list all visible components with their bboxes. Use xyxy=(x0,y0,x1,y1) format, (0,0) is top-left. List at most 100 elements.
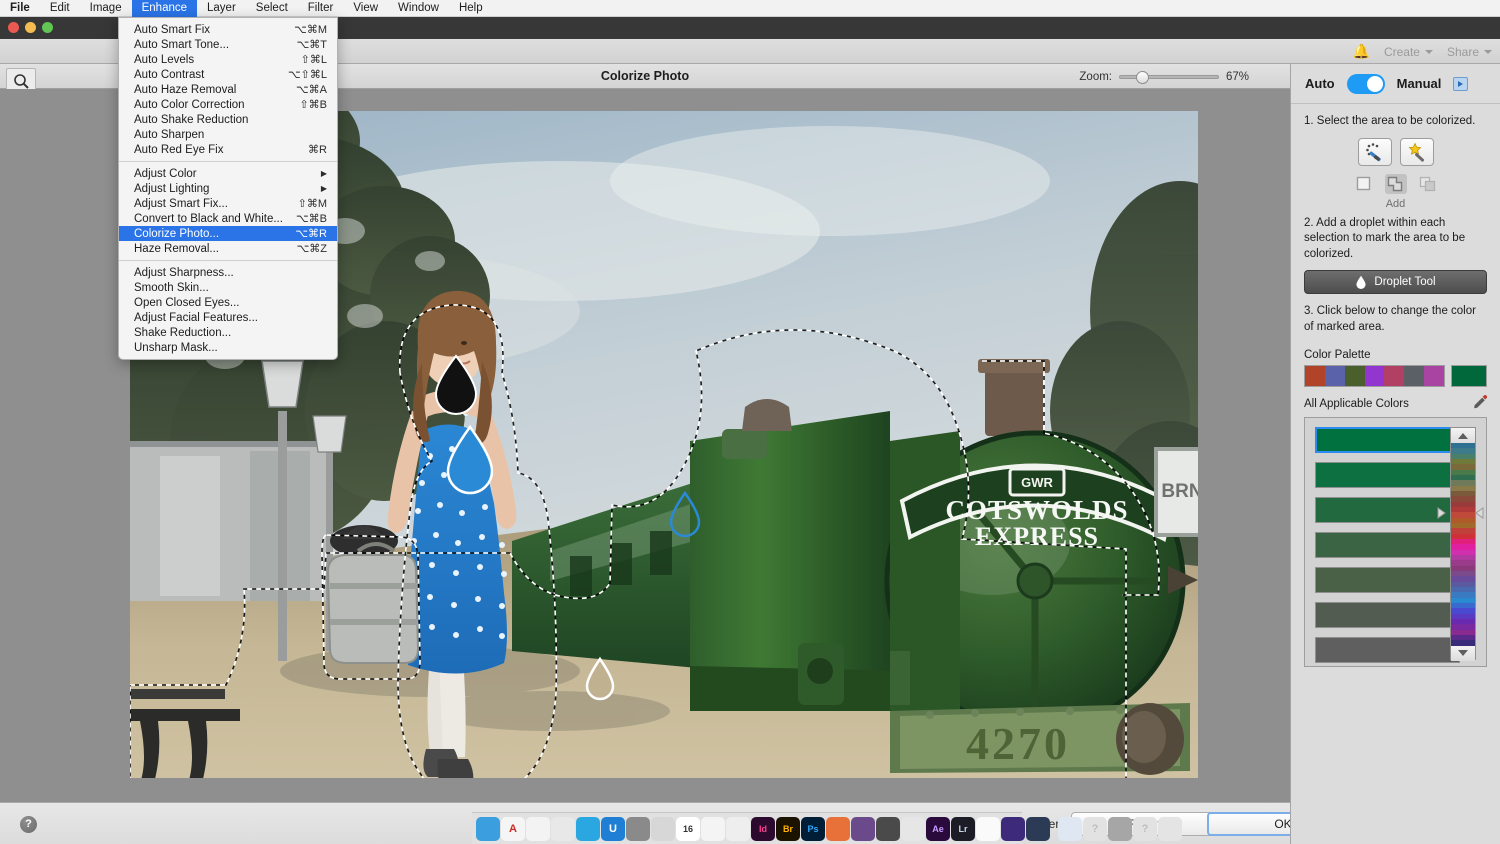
dock-icon-printer[interactable] xyxy=(851,817,875,841)
palette-swatch-strip[interactable] xyxy=(1304,365,1445,387)
menu-item-open-closed-eyes[interactable]: Open Closed Eyes... xyxy=(119,295,337,310)
maximize-window-button[interactable] xyxy=(42,22,53,33)
color-palette[interactable] xyxy=(1304,365,1487,387)
dock-icon-photoshop[interactable]: Ps xyxy=(801,817,825,841)
color-bar-column[interactable] xyxy=(1315,427,1460,672)
menu-item-smooth-skin[interactable]: Smooth Skin... xyxy=(119,280,337,295)
auto-mode-label[interactable]: Auto xyxy=(1305,76,1335,91)
menu-item-auto-haze-removal[interactable]: Auto Haze Removal⌥⌘A xyxy=(119,82,337,97)
dock-icon-safari[interactable] xyxy=(651,817,675,841)
dock-icon-skype[interactable] xyxy=(576,817,600,841)
dock-icon-stack2[interactable]: ? xyxy=(1133,817,1157,841)
menu-item-unsharp-mask[interactable]: Unsharp Mask... xyxy=(119,340,337,355)
menu-item-auto-contrast[interactable]: Auto Contrast⌥⇧⌘L xyxy=(119,67,337,82)
color-bar-4[interactable] xyxy=(1315,567,1460,593)
menu-item-shake-reduction[interactable]: Shake Reduction... xyxy=(119,325,337,340)
play-icon[interactable] xyxy=(1453,77,1468,91)
help-button[interactable]: ? xyxy=(20,816,37,833)
menu-item-auto-red-eye-fix[interactable]: Auto Red Eye Fix⌘R xyxy=(119,142,337,157)
dock-icon-mail-client[interactable] xyxy=(726,817,750,841)
dock-icon-acrobat-reader[interactable]: A xyxy=(501,817,525,841)
palette-swatch-6[interactable] xyxy=(1424,366,1444,386)
menubar-item-layer[interactable]: Layer xyxy=(197,0,246,17)
selection-tools[interactable] xyxy=(1291,136,1500,174)
spectrum-stripes[interactable] xyxy=(1451,443,1475,645)
dock-icon-utorrent[interactable]: U xyxy=(601,817,625,841)
dock-icon-stack[interactable]: ? xyxy=(1083,817,1107,841)
create-menu-button[interactable]: Create xyxy=(1384,45,1433,59)
eyedropper-icon[interactable] xyxy=(1472,394,1487,414)
menu-item-adjust-smart-fix[interactable]: Adjust Smart Fix...⇧⌘M xyxy=(119,196,337,211)
triangle-down-icon[interactable] xyxy=(1451,646,1475,661)
dock-icon-numbers[interactable] xyxy=(701,817,725,841)
dock-icon-illustrator-alt[interactable] xyxy=(1001,817,1025,841)
color-bar-3[interactable] xyxy=(1315,532,1460,558)
macos-dock[interactable]: AU16IdBrPsAeLr?? xyxy=(472,812,1022,844)
auto-manual-toggle[interactable] xyxy=(1347,74,1385,94)
dock-icon-indesign[interactable]: Id xyxy=(751,817,775,841)
color-spectrum-scrollbar[interactable] xyxy=(1450,427,1476,660)
menu-item-adjust-sharpness[interactable]: Adjust Sharpness... xyxy=(119,265,337,280)
color-bar-6[interactable] xyxy=(1315,637,1460,663)
triangle-up-icon[interactable] xyxy=(1451,428,1475,443)
palette-swatch-2[interactable] xyxy=(1345,366,1365,386)
dock-icon-downloads[interactable] xyxy=(1058,817,1082,841)
menu-item-auto-color-correction[interactable]: Auto Color Correction⇧⌘B xyxy=(119,97,337,112)
dock-icon-bridge[interactable]: Br xyxy=(776,817,800,841)
dock-icon-after-effects[interactable]: Ae xyxy=(926,817,950,841)
dock-icon-mail[interactable] xyxy=(551,817,575,841)
menubar-item-select[interactable]: Select xyxy=(246,0,298,17)
menu-item-colorize-photo[interactable]: Colorize Photo...⌥⌘R xyxy=(119,226,337,241)
dock-icon-finder[interactable] xyxy=(476,817,500,841)
droplet-tool-button[interactable]: Droplet Tool xyxy=(1304,270,1487,294)
dock-icon-utility[interactable] xyxy=(901,817,925,841)
menu-item-adjust-color[interactable]: Adjust Color▶ xyxy=(119,166,337,181)
palette-swatch-4[interactable] xyxy=(1384,366,1404,386)
share-menu-button[interactable]: Share xyxy=(1447,45,1492,59)
window-controls[interactable] xyxy=(8,22,53,33)
dock-icon-books[interactable] xyxy=(826,817,850,841)
palette-swatch-3[interactable] xyxy=(1365,366,1385,386)
zoom-slider[interactable] xyxy=(1119,75,1219,79)
manual-mode-label[interactable]: Manual xyxy=(1397,76,1442,91)
color-bar-1[interactable] xyxy=(1315,462,1460,488)
selection-mode-buttons[interactable] xyxy=(1291,174,1500,196)
subtract-selection-mode[interactable] xyxy=(1417,174,1439,194)
menubar-item-window[interactable]: Window xyxy=(388,0,449,17)
menu-item-haze-removal[interactable]: Haze Removal...⌥⌘Z xyxy=(119,241,337,256)
bell-icon[interactable]: 🔔 xyxy=(1353,43,1370,60)
dock-icon-folder-grey[interactable] xyxy=(1108,817,1132,841)
menubar-item-filter[interactable]: Filter xyxy=(298,0,344,17)
menu-item-auto-shake-reduction[interactable]: Auto Shake Reduction xyxy=(119,112,337,127)
menubar-item-file[interactable]: File xyxy=(0,0,40,17)
applicable-colors-list[interactable] xyxy=(1304,417,1487,667)
palette-swatch-0[interactable] xyxy=(1305,366,1325,386)
menubar-item-edit[interactable]: Edit xyxy=(40,0,80,17)
color-bar-5[interactable] xyxy=(1315,602,1460,628)
dock-icon-google-chrome[interactable] xyxy=(526,817,550,841)
menu-item-adjust-lighting[interactable]: Adjust Lighting▶ xyxy=(119,181,337,196)
menubar-item-image[interactable]: Image xyxy=(80,0,132,17)
zoom-slider-handle[interactable] xyxy=(1136,71,1149,84)
palette-selected-swatch[interactable] xyxy=(1451,365,1487,387)
dock-icon-calendar[interactable]: 16 xyxy=(676,817,700,841)
menu-item-auto-sharpen[interactable]: Auto Sharpen xyxy=(119,127,337,142)
menu-item-auto-levels[interactable]: Auto Levels⇧⌘L xyxy=(119,52,337,67)
dock-icon-lightroom[interactable]: Lr xyxy=(951,817,975,841)
menubar-item-view[interactable]: View xyxy=(343,0,388,17)
dock-icon-preferences[interactable] xyxy=(626,817,650,841)
new-selection-mode[interactable] xyxy=(1353,174,1375,194)
dock-icon-pages[interactable] xyxy=(976,817,1000,841)
magic-wand-tool[interactable] xyxy=(1400,138,1434,166)
dock-icon-affinity[interactable] xyxy=(1026,817,1050,841)
palette-swatch-1[interactable] xyxy=(1325,366,1345,386)
color-bar-0[interactable] xyxy=(1315,427,1460,453)
dock-icon-inkbottle[interactable] xyxy=(876,817,900,841)
quick-selection-tool[interactable] xyxy=(1358,138,1392,166)
menu-item-auto-smart-fix[interactable]: Auto Smart Fix⌥⌘M xyxy=(119,22,337,37)
close-window-button[interactable] xyxy=(8,22,19,33)
enhance-dropdown-menu[interactable]: Auto Smart Fix⌥⌘MAuto Smart Tone...⌥⌘TAu… xyxy=(118,17,338,360)
menu-item-adjust-facial-features[interactable]: Adjust Facial Features... xyxy=(119,310,337,325)
add-selection-mode[interactable] xyxy=(1385,174,1407,194)
zoom-control[interactable]: Zoom: 67% xyxy=(1079,64,1260,89)
